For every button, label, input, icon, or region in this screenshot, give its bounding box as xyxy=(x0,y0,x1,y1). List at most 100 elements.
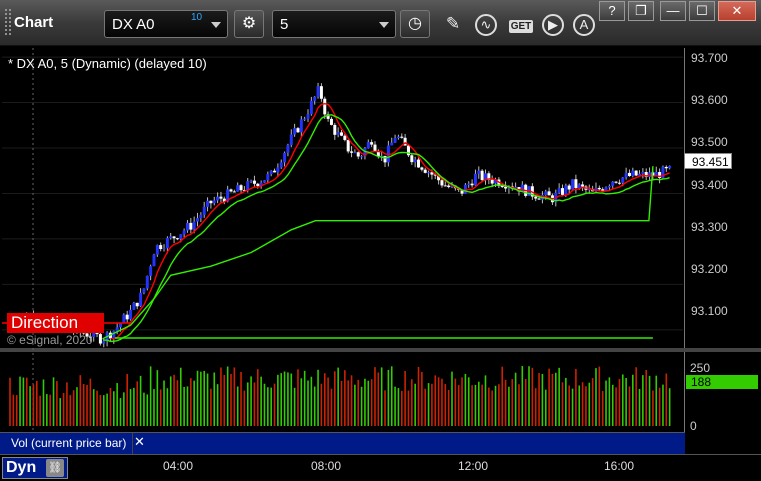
chart-caption: * DX A0, 5 (Dynamic) (delayed 10) xyxy=(8,56,207,71)
price-tick: 93.600 xyxy=(691,93,728,107)
candle-body xyxy=(169,236,173,239)
candle-body xyxy=(614,181,618,183)
candle-body xyxy=(346,139,350,152)
copyright-text: © eSignal, 2020 xyxy=(7,333,93,347)
candle-body xyxy=(366,142,370,149)
candle-body xyxy=(139,292,143,307)
close-study-button[interactable]: ✕ xyxy=(134,433,145,451)
candle-body xyxy=(236,185,240,192)
candle-body xyxy=(142,288,146,293)
candle-body xyxy=(256,183,260,187)
candle-body xyxy=(390,142,394,146)
candle-body xyxy=(323,98,327,115)
candle-body xyxy=(420,167,424,170)
candle-body xyxy=(212,200,216,204)
candle-body xyxy=(175,238,179,240)
candle-body xyxy=(607,185,611,188)
candle-body xyxy=(396,136,400,139)
candle-body xyxy=(199,214,203,219)
price-tick: 93.500 xyxy=(691,135,728,149)
candle-body xyxy=(209,200,213,204)
candle-body xyxy=(336,132,340,135)
time-tick: 04:00 xyxy=(163,459,194,473)
candle-body xyxy=(601,189,605,191)
candle-body xyxy=(470,183,474,186)
candle-body xyxy=(417,159,421,168)
candle-body xyxy=(152,254,156,267)
volume-label-strip: Vol (current price bar) ✕ xyxy=(0,432,685,454)
candle-body xyxy=(356,152,360,157)
candle-body xyxy=(373,144,377,151)
candle-body xyxy=(202,206,206,215)
candle-body xyxy=(119,323,122,328)
time-axis[interactable] xyxy=(0,454,761,481)
candle-body xyxy=(269,170,273,175)
candle-body xyxy=(316,86,320,97)
candle-body xyxy=(165,238,169,249)
layout-tab[interactable]: Dyn ⛓ xyxy=(2,457,68,479)
price-tick: 93.400 xyxy=(691,178,728,192)
time-tick: 12:00 xyxy=(458,459,489,473)
candle-body xyxy=(627,172,631,177)
candle-body xyxy=(129,309,133,320)
candle-body xyxy=(98,334,102,344)
candle-body xyxy=(621,177,625,183)
candle-body xyxy=(343,135,347,140)
candle-body xyxy=(185,222,189,231)
candle-body xyxy=(370,142,374,145)
layout-tab-label: Dyn xyxy=(6,459,37,476)
chart-canvas xyxy=(2,48,683,432)
last-price-marker: 93.451 xyxy=(684,153,732,169)
link-icon[interactable]: ⛓ xyxy=(46,459,64,477)
volume-study-label[interactable]: Vol (current price bar) xyxy=(0,433,133,454)
candle-body xyxy=(276,167,280,173)
candle-body xyxy=(145,275,149,289)
candle-body xyxy=(561,188,564,195)
candle-body xyxy=(216,196,220,201)
candle-body xyxy=(319,86,323,99)
candle-body xyxy=(179,234,183,240)
candle-body xyxy=(604,187,608,191)
price-tick: 93.100 xyxy=(691,304,728,318)
candle-body xyxy=(182,230,186,235)
candle-body xyxy=(266,174,270,181)
candle-body xyxy=(557,188,561,193)
candle-body xyxy=(490,179,494,184)
volume-current-marker: 188 xyxy=(686,375,758,389)
candle-body xyxy=(262,180,266,183)
candle-body xyxy=(634,170,638,176)
candle-body xyxy=(219,196,223,199)
candle-body xyxy=(149,266,153,276)
candle-body xyxy=(624,172,628,178)
candle-body xyxy=(383,155,387,163)
candle-body xyxy=(567,185,571,190)
candle-body xyxy=(102,341,106,344)
candle-body xyxy=(306,114,310,119)
candle-body xyxy=(192,221,196,230)
candle-body xyxy=(279,162,283,168)
time-tick: 16:00 xyxy=(604,459,635,473)
candle-body xyxy=(393,138,397,143)
candle-body xyxy=(340,132,343,136)
candle-body xyxy=(303,118,307,120)
price-tick: 93.300 xyxy=(691,220,728,234)
candle-body xyxy=(571,179,575,190)
candle-body xyxy=(597,187,601,190)
candle-body xyxy=(537,198,541,200)
candle-body xyxy=(206,200,210,207)
direction-study-label[interactable]: Direction xyxy=(7,313,104,333)
candle-body xyxy=(115,327,119,331)
candle-body xyxy=(611,181,615,186)
close-icon: ✕ xyxy=(134,434,145,449)
candle-body xyxy=(360,156,364,158)
candle-body xyxy=(239,185,243,191)
candle-body xyxy=(333,124,337,135)
candle-body xyxy=(443,185,447,187)
candle-body xyxy=(286,145,290,153)
candle-body xyxy=(289,134,293,146)
candle-body xyxy=(400,136,404,138)
candle-body xyxy=(172,236,176,239)
candle-body xyxy=(309,100,313,115)
candle-body xyxy=(159,245,163,250)
candle-body xyxy=(668,165,672,169)
